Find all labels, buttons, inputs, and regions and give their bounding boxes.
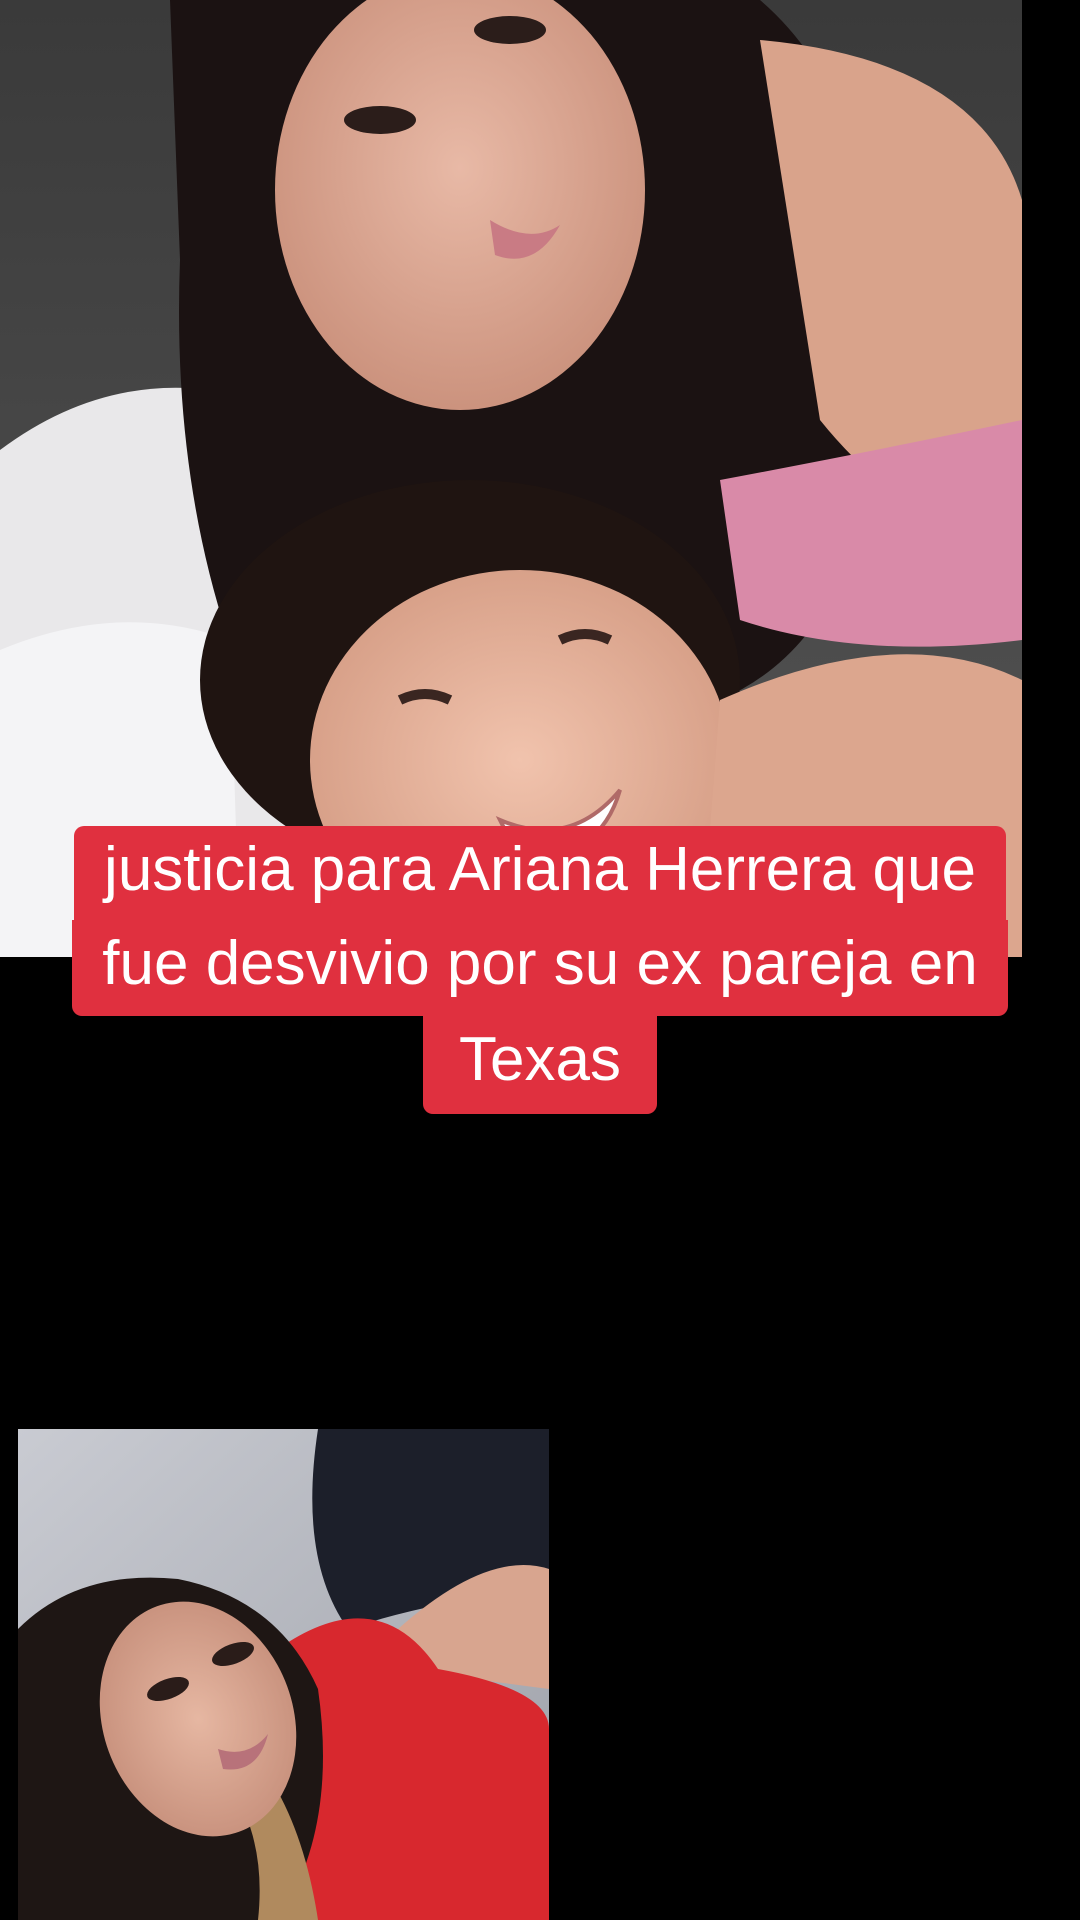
photo-mother-and-child-image <box>0 0 1022 957</box>
caption-text-3: Texas <box>423 1016 657 1114</box>
caption-line-2: fue desvivio por su ex pareja en <box>0 920 1080 1016</box>
caption-line-1: justicia para Ariana Herrera que <box>0 826 1080 920</box>
photo-mother-and-child <box>0 0 1022 957</box>
video-caption: justicia para Ariana Herrera que fue des… <box>0 826 1080 1114</box>
photo-woman-red-top-image <box>18 1429 549 1920</box>
caption-text-2: fue desvivio por su ex pareja en <box>72 920 1008 1016</box>
caption-line-3: Texas <box>0 1016 1080 1114</box>
photo-woman-red-top <box>18 1429 549 1920</box>
caption-text-1: justicia para Ariana Herrera que <box>74 826 1006 920</box>
